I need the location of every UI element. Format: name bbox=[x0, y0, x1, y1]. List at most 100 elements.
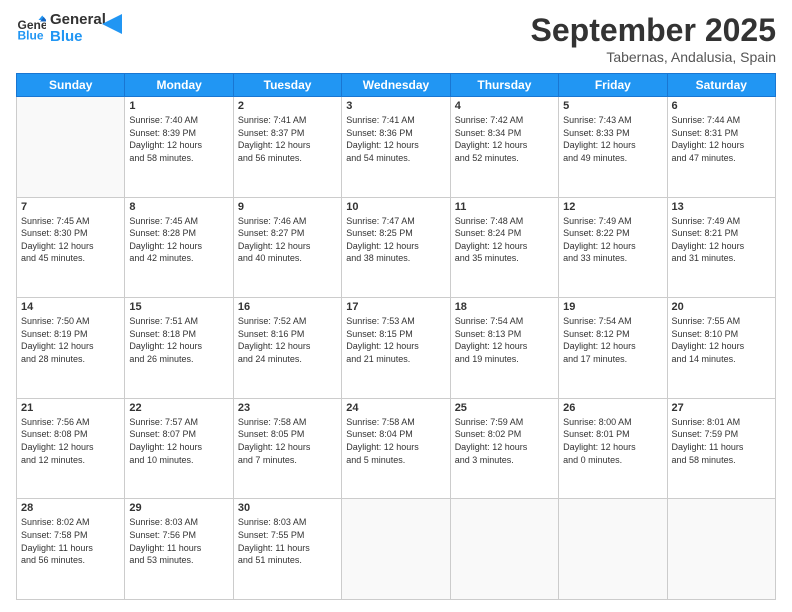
day-number: 9 bbox=[238, 201, 337, 213]
day-number: 17 bbox=[346, 301, 445, 313]
day-number: 6 bbox=[672, 100, 771, 112]
calendar-cell bbox=[17, 97, 125, 198]
header: General Blue General Blue September 2025… bbox=[16, 12, 776, 65]
calendar-cell: 14 Sunrise: 7:50 AM Sunset: 8:19 PM Dayli… bbox=[17, 298, 125, 399]
day-info: Sunrise: 7:41 AM Sunset: 8:36 PM Dayligh… bbox=[346, 114, 445, 164]
calendar-cell: 16 Sunrise: 7:52 AM Sunset: 8:16 PM Dayli… bbox=[233, 298, 341, 399]
day-info: Sunrise: 8:01 AM Sunset: 7:59 PM Dayligh… bbox=[672, 416, 771, 466]
calendar-cell: 26Sunrise: 8:00 AM Sunset: 8:01 PM Dayli… bbox=[559, 398, 667, 499]
day-number: 21 bbox=[21, 402, 120, 414]
calendar-cell: 11 Sunrise: 7:48 AM Sunset: 8:24 PM Dayli… bbox=[450, 197, 558, 298]
calendar-cell: 15Sunrise: 7:51 AM Sunset: 8:18 PM Dayli… bbox=[125, 298, 233, 399]
month-title: September 2025 bbox=[531, 12, 776, 49]
day-number: 5 bbox=[563, 100, 662, 112]
day-info: Sunrise: 8:02 AM Sunset: 7:58 PM Dayligh… bbox=[21, 516, 120, 566]
day-info: Sunrise: 8:03 AM Sunset: 7:55 PM Dayligh… bbox=[238, 516, 337, 566]
weekday-header: Friday bbox=[559, 74, 667, 97]
day-number: 1 bbox=[129, 100, 228, 112]
calendar-cell: 12Sunrise: 7:49 AM Sunset: 8:22 PM Dayli… bbox=[559, 197, 667, 298]
day-info: Sunrise: 7:58 AM Sunset: 8:05 PM Dayligh… bbox=[238, 416, 337, 466]
day-number: 15 bbox=[129, 301, 228, 313]
day-info: Sunrise: 7:48 AM Sunset: 8:24 PM Dayligh… bbox=[455, 215, 554, 265]
day-number: 29 bbox=[129, 502, 228, 514]
calendar-cell: 5 Sunrise: 7:43 AM Sunset: 8:33 PM Daylig… bbox=[559, 97, 667, 198]
day-number: 4 bbox=[455, 100, 554, 112]
day-info: Sunrise: 7:56 AM Sunset: 8:08 PM Dayligh… bbox=[21, 416, 120, 466]
logo-general: General bbox=[50, 12, 106, 29]
title-block: September 2025 Tabernas, Andalusia, Spai… bbox=[531, 12, 776, 65]
logo: General Blue General Blue bbox=[16, 12, 122, 45]
day-info: Sunrise: 7:46 AM Sunset: 8:27 PM Dayligh… bbox=[238, 215, 337, 265]
day-number: 3 bbox=[346, 100, 445, 112]
day-number: 18 bbox=[455, 301, 554, 313]
day-number: 22 bbox=[129, 402, 228, 414]
calendar-cell: 13 Sunrise: 7:49 AM Sunset: 8:21 PM Dayli… bbox=[667, 197, 775, 298]
day-number: 28 bbox=[21, 502, 120, 514]
logo-arrow-icon bbox=[102, 14, 122, 34]
day-info: Sunrise: 7:49 AM Sunset: 8:21 PM Dayligh… bbox=[672, 215, 771, 265]
day-info: Sunrise: 7:50 AM Sunset: 8:19 PM Dayligh… bbox=[21, 315, 120, 365]
day-number: 11 bbox=[455, 201, 554, 213]
day-number: 20 bbox=[672, 301, 771, 313]
calendar-cell: 10 Sunrise: 7:47 AM Sunset: 8:25 PM Dayli… bbox=[342, 197, 450, 298]
svg-text:Blue: Blue bbox=[18, 28, 44, 42]
day-info: Sunrise: 7:43 AM Sunset: 8:33 PM Dayligh… bbox=[563, 114, 662, 164]
day-info: Sunrise: 7:45 AM Sunset: 8:30 PM Dayligh… bbox=[21, 215, 120, 265]
calendar-cell: 23 Sunrise: 7:58 AM Sunset: 8:05 PM Dayli… bbox=[233, 398, 341, 499]
day-info: Sunrise: 7:58 AM Sunset: 8:04 PM Dayligh… bbox=[346, 416, 445, 466]
day-info: Sunrise: 7:47 AM Sunset: 8:25 PM Dayligh… bbox=[346, 215, 445, 265]
calendar-cell: 6Sunrise: 7:44 AM Sunset: 8:31 PM Daylig… bbox=[667, 97, 775, 198]
calendar-cell bbox=[559, 499, 667, 600]
day-number: 30 bbox=[238, 502, 337, 514]
weekday-header: Tuesday bbox=[233, 74, 341, 97]
calendar-cell: 20 Sunrise: 7:55 AM Sunset: 8:10 PM Dayli… bbox=[667, 298, 775, 399]
day-number: 14 bbox=[21, 301, 120, 313]
calendar-cell: 21 Sunrise: 7:56 AM Sunset: 8:08 PM Dayli… bbox=[17, 398, 125, 499]
day-info: Sunrise: 8:00 AM Sunset: 8:01 PM Dayligh… bbox=[563, 416, 662, 466]
calendar-cell: 7 Sunrise: 7:45 AM Sunset: 8:30 PM Daylig… bbox=[17, 197, 125, 298]
day-number: 24 bbox=[346, 402, 445, 414]
weekday-header: Sunday bbox=[17, 74, 125, 97]
day-info: Sunrise: 7:57 AM Sunset: 8:07 PM Dayligh… bbox=[129, 416, 228, 466]
day-info: Sunrise: 7:40 AM Sunset: 8:39 PM Dayligh… bbox=[129, 114, 228, 164]
day-number: 23 bbox=[238, 402, 337, 414]
day-info: Sunrise: 7:42 AM Sunset: 8:34 PM Dayligh… bbox=[455, 114, 554, 164]
calendar-cell: 9 Sunrise: 7:46 AM Sunset: 8:27 PM Daylig… bbox=[233, 197, 341, 298]
day-info: Sunrise: 7:54 AM Sunset: 8:12 PM Dayligh… bbox=[563, 315, 662, 365]
calendar-cell: 22 Sunrise: 7:57 AM Sunset: 8:07 PM Dayli… bbox=[125, 398, 233, 499]
logo-blue: Blue bbox=[50, 29, 106, 46]
day-info: Sunrise: 7:45 AM Sunset: 8:28 PM Dayligh… bbox=[129, 215, 228, 265]
calendar-cell: 27Sunrise: 8:01 AM Sunset: 7:59 PM Dayli… bbox=[667, 398, 775, 499]
day-number: 12 bbox=[563, 201, 662, 213]
calendar-cell: 1 Sunrise: 7:40 AM Sunset: 8:39 PM Daylig… bbox=[125, 97, 233, 198]
day-info: Sunrise: 8:03 AM Sunset: 7:56 PM Dayligh… bbox=[129, 516, 228, 566]
calendar-table: SundayMondayTuesdayWednesdayThursdayFrid… bbox=[16, 73, 776, 600]
calendar-cell: 18 Sunrise: 7:54 AM Sunset: 8:13 PM Dayli… bbox=[450, 298, 558, 399]
day-info: Sunrise: 7:55 AM Sunset: 8:10 PM Dayligh… bbox=[672, 315, 771, 365]
weekday-header: Saturday bbox=[667, 74, 775, 97]
calendar-cell: 2 Sunrise: 7:41 AM Sunset: 8:37 PM Daylig… bbox=[233, 97, 341, 198]
weekday-header: Wednesday bbox=[342, 74, 450, 97]
day-number: 19 bbox=[563, 301, 662, 313]
calendar-cell: 30 Sunrise: 8:03 AM Sunset: 7:55 PM Dayli… bbox=[233, 499, 341, 600]
day-info: Sunrise: 7:53 AM Sunset: 8:15 PM Dayligh… bbox=[346, 315, 445, 365]
day-number: 25 bbox=[455, 402, 554, 414]
day-info: Sunrise: 7:52 AM Sunset: 8:16 PM Dayligh… bbox=[238, 315, 337, 365]
calendar-cell bbox=[450, 499, 558, 600]
day-number: 13 bbox=[672, 201, 771, 213]
page: General Blue General Blue September 2025… bbox=[0, 0, 792, 612]
day-number: 2 bbox=[238, 100, 337, 112]
calendar-cell: 25Sunrise: 7:59 AM Sunset: 8:02 PM Dayli… bbox=[450, 398, 558, 499]
logo-icon: General Blue bbox=[16, 14, 46, 44]
day-info: Sunrise: 7:54 AM Sunset: 8:13 PM Dayligh… bbox=[455, 315, 554, 365]
calendar-cell: 3 Sunrise: 7:41 AM Sunset: 8:36 PM Daylig… bbox=[342, 97, 450, 198]
day-number: 7 bbox=[21, 201, 120, 213]
calendar-cell: 4 Sunrise: 7:42 AM Sunset: 8:34 PM Daylig… bbox=[450, 97, 558, 198]
weekday-header: Monday bbox=[125, 74, 233, 97]
day-info: Sunrise: 7:41 AM Sunset: 8:37 PM Dayligh… bbox=[238, 114, 337, 164]
calendar-cell bbox=[667, 499, 775, 600]
day-number: 16 bbox=[238, 301, 337, 313]
day-number: 8 bbox=[129, 201, 228, 213]
day-number: 10 bbox=[346, 201, 445, 213]
calendar-cell: 24 Sunrise: 7:58 AM Sunset: 8:04 PM Dayli… bbox=[342, 398, 450, 499]
